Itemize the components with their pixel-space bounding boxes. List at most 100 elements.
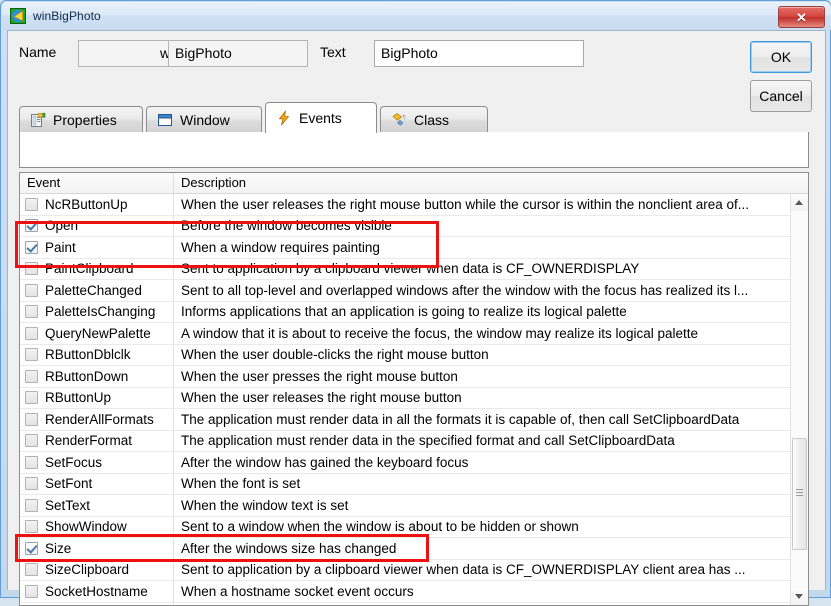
scroll-down-button[interactable] bbox=[791, 588, 808, 605]
checkbox-unchecked[interactable] bbox=[25, 434, 38, 448]
table-row[interactable]: SocketNotifyWhen a socket event occurs bbox=[20, 602, 791, 605]
cell-description: When a window requires painting bbox=[181, 239, 380, 255]
cell-description: When the window text is set bbox=[181, 497, 349, 513]
column-header-event[interactable]: Event bbox=[20, 173, 174, 193]
table-row[interactable]: SocketHostname When a hostname socket eve… bbox=[20, 581, 791, 603]
tab-events-label: Events bbox=[299, 110, 342, 126]
cell-description: Sent to all top-level and overlapped win… bbox=[181, 282, 749, 298]
checkbox-unchecked[interactable] bbox=[25, 262, 38, 276]
checkbox-checked[interactable] bbox=[25, 219, 38, 233]
tab-class[interactable]: Class bbox=[380, 106, 488, 133]
event-name: Paint bbox=[45, 239, 76, 255]
scroll-up-button[interactable] bbox=[791, 194, 808, 211]
cell-description: The application must render data in the … bbox=[181, 433, 675, 449]
checkbox-unchecked[interactable] bbox=[25, 348, 38, 362]
checkbox-unchecked[interactable] bbox=[25, 197, 38, 211]
title-bar: winBigPhoto ✕ bbox=[2, 2, 831, 30]
tab-class-label: Class bbox=[414, 112, 450, 128]
checkbox-unchecked[interactable] bbox=[25, 412, 38, 426]
cell-event: RButtonDblclk bbox=[20, 344, 174, 365]
lightning-icon bbox=[276, 110, 292, 126]
checkbox-unchecked[interactable] bbox=[25, 498, 38, 512]
chevron-down-icon bbox=[795, 594, 803, 599]
table-row[interactable]: SetText When the window text is set bbox=[20, 495, 791, 517]
column-header-description[interactable]: Description bbox=[174, 173, 808, 193]
tab-events[interactable]: Events bbox=[265, 102, 377, 133]
table-row[interactable]: PaletteChanged Sent to all top-level and … bbox=[20, 280, 791, 302]
table-row[interactable]: RButtonUp When the user releases the righ… bbox=[20, 387, 791, 409]
table-row[interactable]: ShowWindow Sent to a window when the wind… bbox=[20, 516, 791, 538]
event-name: PaintClipboard bbox=[45, 261, 134, 277]
event-name: SetText bbox=[45, 497, 91, 513]
table-row[interactable]: SetFocus After the window has gained the … bbox=[20, 452, 791, 474]
cell-description: Sent to a window when the window is abou… bbox=[181, 519, 579, 535]
cell-description: When the user double-clicks the right mo… bbox=[181, 347, 489, 363]
checkbox-checked[interactable] bbox=[25, 240, 38, 254]
table-row[interactable]: RButtonDown When the user presses the rig… bbox=[20, 366, 791, 388]
checkbox-checked[interactable] bbox=[25, 541, 38, 555]
form-row: Name win BigPhoto Text BigPhoto bbox=[8, 31, 825, 87]
cell-description: When a hostname socket event occurs bbox=[181, 583, 414, 599]
table-row[interactable]: Size After the windows size has changed bbox=[20, 538, 791, 560]
checkbox-unchecked[interactable] bbox=[25, 369, 38, 383]
tab-properties[interactable]: Properties bbox=[19, 106, 143, 133]
scrollbar-thumb[interactable] bbox=[792, 438, 807, 550]
chevron-up-icon bbox=[795, 200, 803, 205]
cell-event: SizeClipboard bbox=[20, 559, 174, 580]
cell-description: Informs applications that an application… bbox=[181, 304, 627, 320]
text-input[interactable]: BigPhoto bbox=[374, 40, 584, 67]
table-row[interactable]: PaintClipboard Sent to application by a c… bbox=[20, 258, 791, 280]
checkbox-unchecked[interactable] bbox=[25, 563, 38, 577]
text-label: Text bbox=[320, 44, 346, 60]
event-name: RButtonDblclk bbox=[45, 347, 131, 363]
list-body[interactable]: NcRButtonUp When the user releases the ri… bbox=[20, 194, 791, 605]
dialog-window: winBigPhoto ✕ Name win BigPhoto Text Big… bbox=[0, 0, 831, 606]
checkbox-unchecked[interactable] bbox=[25, 326, 38, 340]
tab-window[interactable]: Window bbox=[146, 106, 262, 133]
cell-event: Open bbox=[20, 215, 174, 236]
table-row[interactable]: QueryNewPalette A window that it is about… bbox=[20, 323, 791, 345]
window-title: winBigPhoto bbox=[33, 9, 101, 23]
name-input[interactable]: BigPhoto bbox=[168, 40, 308, 67]
class-icon bbox=[391, 112, 407, 128]
table-row[interactable]: RenderAllFormats The application must ren… bbox=[20, 409, 791, 431]
window-icon bbox=[157, 112, 173, 128]
checkbox-unchecked[interactable] bbox=[25, 391, 38, 405]
event-name: RButtonDown bbox=[45, 368, 129, 384]
table-row[interactable]: SetFont When the font is set bbox=[20, 473, 791, 495]
cell-description: When the user releases the right mouse b… bbox=[181, 390, 462, 406]
close-button[interactable]: ✕ bbox=[778, 6, 825, 28]
cell-event: SetFont bbox=[20, 473, 174, 494]
cell-event: NcRButtonUp bbox=[20, 194, 174, 215]
table-row[interactable]: Open Before the window becomes visible bbox=[20, 215, 791, 237]
checkbox-unchecked[interactable] bbox=[25, 477, 38, 491]
cell-description: When the font is set bbox=[181, 476, 301, 492]
cell-event: RButtonUp bbox=[20, 387, 174, 408]
checkbox-unchecked[interactable] bbox=[25, 305, 38, 319]
cell-event: RenderFormat bbox=[20, 430, 174, 451]
table-row[interactable]: RenderFormat The application must render … bbox=[20, 430, 791, 452]
table-row[interactable]: Paint When a window requires painting bbox=[20, 237, 791, 259]
table-row[interactable]: SizeClipboard Sent to application by a cl… bbox=[20, 559, 791, 581]
checkbox-unchecked[interactable] bbox=[25, 455, 38, 469]
list-scrollbar[interactable] bbox=[790, 194, 808, 605]
table-row[interactable]: RButtonDblclk When the user double-clicks… bbox=[20, 344, 791, 366]
table-row[interactable]: NcRButtonUp When the user releases the ri… bbox=[20, 194, 791, 216]
cell-event: PaintClipboard bbox=[20, 258, 174, 279]
ok-button[interactable]: OK bbox=[750, 41, 812, 73]
properties-icon bbox=[30, 112, 46, 128]
cell-description: Before the window becomes visible bbox=[181, 218, 392, 234]
tab-window-label: Window bbox=[180, 112, 230, 128]
checkbox-unchecked[interactable] bbox=[25, 283, 38, 297]
event-name: SocketHostname bbox=[45, 583, 148, 599]
event-name: RButtonUp bbox=[45, 390, 112, 406]
cell-description: Sent to application by a clipboard viewe… bbox=[181, 562, 746, 578]
checkbox-unchecked[interactable] bbox=[25, 520, 38, 534]
cell-description: After the window has gained the keyboard… bbox=[181, 454, 469, 470]
table-row[interactable]: PaletteIsChanging Informs applications th… bbox=[20, 301, 791, 323]
tab-properties-label: Properties bbox=[53, 112, 117, 128]
cell-event: PaletteChanged bbox=[20, 280, 174, 301]
cell-event: Size bbox=[20, 538, 174, 559]
checkbox-unchecked[interactable] bbox=[25, 584, 38, 598]
event-name: QueryNewPalette bbox=[45, 325, 151, 341]
